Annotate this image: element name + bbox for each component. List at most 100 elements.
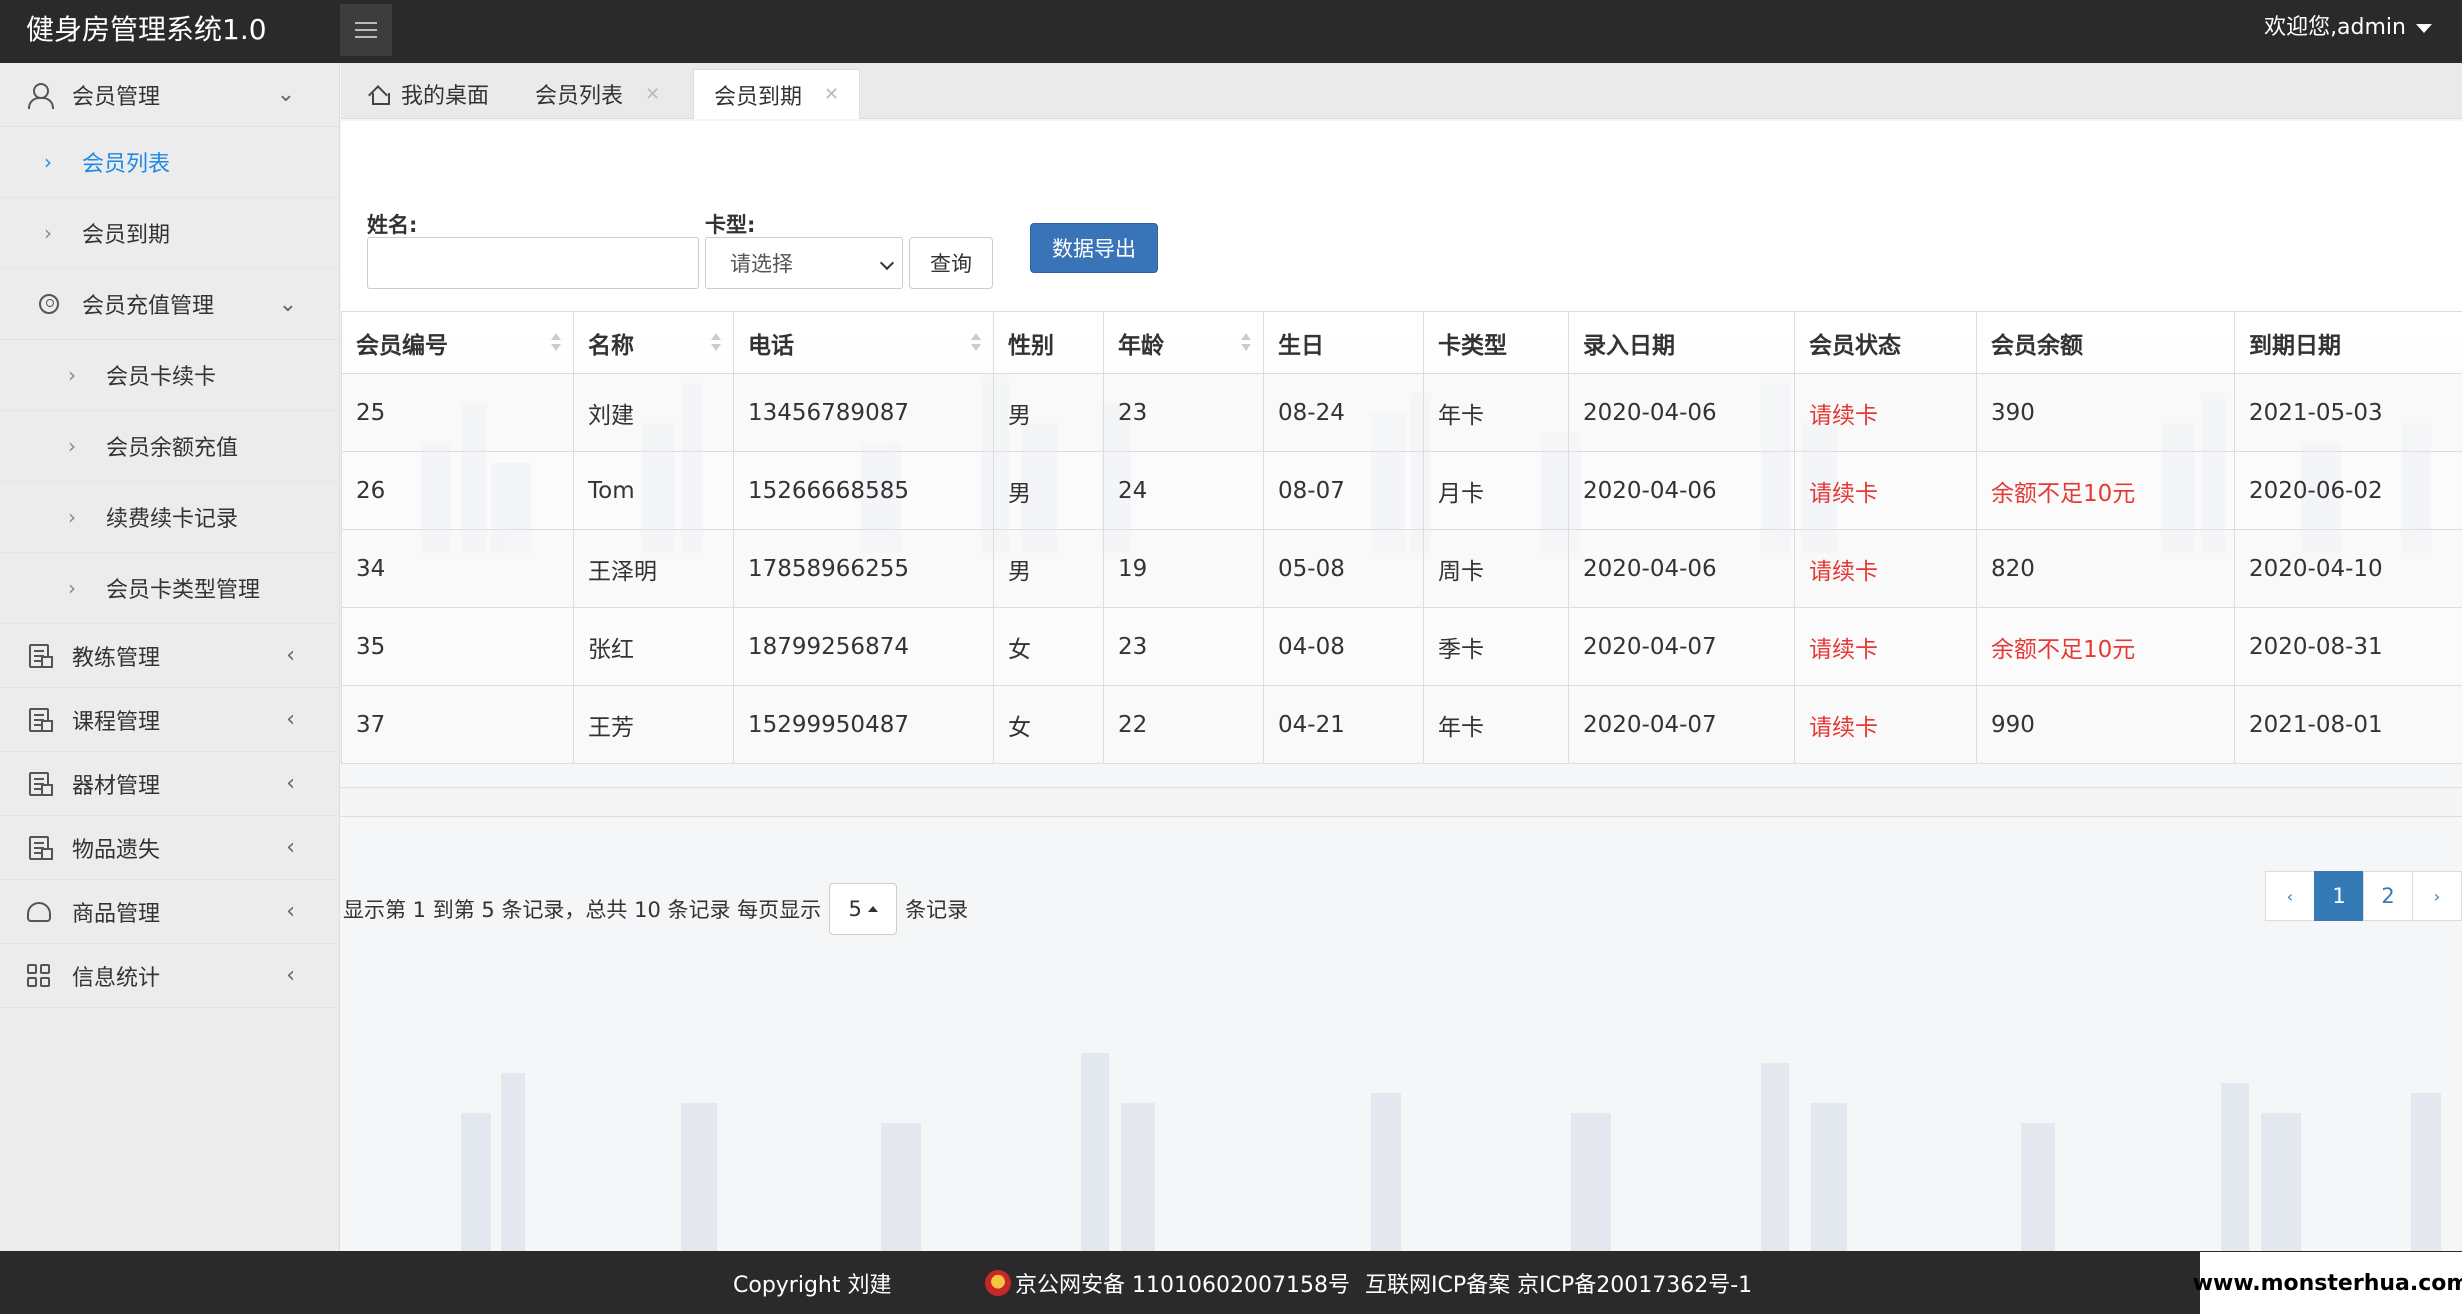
table-cell: 张红 <box>573 607 734 686</box>
table-cell: 男 <box>993 529 1104 608</box>
sidebar-item-member-expire[interactable]: › 会员到期 <box>0 198 339 269</box>
column-header[interactable]: 名称 <box>573 311 734 374</box>
sidebar-item-member-mgmt[interactable]: 会员管理 ⌄ <box>0 63 339 127</box>
table-row: 34 王泽明 17858966255 男 19 05-08 周卡 2020-04-06 请续卡 8… <box>341 529 2462 608</box>
welcome-text: 欢迎您,admin <box>2264 15 2406 40</box>
table-cell: 990 <box>1976 685 2235 764</box>
table-cell: 04-21 <box>1263 685 1424 764</box>
sidebar-item-card-type-mgmt[interactable]: › 会员卡类型管理 <box>0 553 339 624</box>
sidebar-item-coach-mgmt[interactable]: 教练管理 ‹ <box>0 624 339 688</box>
table-cell: 13456789087 <box>733 373 994 452</box>
column-header[interactable]: 会员余额 <box>1976 311 2235 374</box>
card-type-select[interactable]: 请选择 <box>705 237 903 289</box>
table-cell: 王泽明 <box>573 529 734 608</box>
page-button-2[interactable]: 2 <box>2363 871 2413 921</box>
table-cell: 2021-05-03 <box>2234 373 2462 452</box>
sidebar-item-label: 续费续卡记录 <box>106 507 239 532</box>
table-cell: 男 <box>993 373 1104 452</box>
column-header-label: 生日 <box>1278 332 1324 359</box>
table-cell: 08-07 <box>1263 451 1424 530</box>
tab-bar: 我的桌面 会员列表 ✕ 会员到期 ✕ <box>341 63 2462 119</box>
table-cell: 2020-06-02 <box>2234 451 2462 530</box>
table-cell: 26 <box>341 451 574 530</box>
table-row: 35 张红 18799256874 女 23 04-08 季卡 2020-04-07 请续卡 余额… <box>341 607 2462 686</box>
grid-icon <box>26 963 52 989</box>
close-icon[interactable]: ✕ <box>645 84 660 105</box>
sort-icon <box>711 333 721 353</box>
chevron-left-icon: ‹ <box>286 835 295 860</box>
column-header-label: 卡类型 <box>1438 332 1507 359</box>
sidebar-item-card-renew[interactable]: › 会员卡续卡 <box>0 340 339 411</box>
member-table: 会员编号 名称 电话 性别 年龄 生日 卡类型 录入日期 会员状态 会员余额 到期日期 25 刘建 13… <box>341 311 2462 764</box>
column-header[interactable]: 卡类型 <box>1423 311 1569 374</box>
column-header[interactable]: 年龄 <box>1103 311 1264 374</box>
sidebar-item-balance-recharge[interactable]: › 会员余额充值 <box>0 411 339 482</box>
table-row: 37 王芳 15299950487 女 22 04-21 年卡 2020-04-07 请续卡 99… <box>341 685 2462 764</box>
menu-toggle-button[interactable] <box>340 4 392 56</box>
column-header[interactable]: 会员编号 <box>341 311 574 374</box>
sidebar-item-lost-items[interactable]: 物品遗失 ‹ <box>0 816 339 880</box>
police-record-link[interactable]: 京公网安备 11010602007158号 <box>985 1267 1350 1299</box>
column-header-label: 会员编号 <box>356 332 448 359</box>
table-cell: 19 <box>1103 529 1264 608</box>
chevron-down-icon: ⌄ <box>278 291 297 317</box>
sidebar-item-label: 会员管理 <box>72 84 161 110</box>
page-button-1[interactable]: 1 <box>2314 871 2364 921</box>
chevron-left-icon: ‹ <box>286 643 295 668</box>
page-size-value: 5 <box>848 897 862 921</box>
tab-member-expire[interactable]: 会员到期 ✕ <box>693 69 861 119</box>
sidebar-item-goods-mgmt[interactable]: 商品管理 ‹ <box>0 880 339 944</box>
prev-page-button[interactable]: ‹ <box>2265 871 2315 921</box>
sidebar-item-renew-records[interactable]: › 续费续卡记录 <box>0 482 339 553</box>
chevron-right-icon: › <box>44 150 52 174</box>
chevron-left-icon: ‹ <box>286 771 295 796</box>
export-button[interactable]: 数据导出 <box>1030 223 1158 273</box>
sidebar-item-label: 会员余额充值 <box>106 436 239 461</box>
column-header[interactable]: 生日 <box>1263 311 1424 374</box>
sidebar-item-label: 会员列表 <box>82 152 171 177</box>
sidebar-item-equipment-mgmt[interactable]: 器材管理 ‹ <box>0 752 339 816</box>
next-page-button[interactable]: › <box>2412 871 2462 921</box>
column-header[interactable]: 电话 <box>733 311 994 374</box>
document-icon <box>26 771 53 797</box>
user-icon <box>26 82 54 109</box>
card-type-label: 卡型: <box>705 213 756 237</box>
sidebar-item-recharge-mgmt[interactable]: 会员充值管理 ⌄ <box>0 269 339 340</box>
column-header[interactable]: 会员状态 <box>1794 311 1977 374</box>
page-size-select[interactable]: 5 <box>829 883 898 935</box>
home-icon <box>369 85 390 105</box>
close-icon[interactable]: ✕ <box>824 84 839 105</box>
column-header-label: 名称 <box>588 332 634 359</box>
chevron-right-icon: › <box>68 434 76 458</box>
sidebar-item-label: 会员充值管理 <box>82 294 215 319</box>
name-input[interactable] <box>367 237 699 289</box>
icp-record-link[interactable]: 互联网ICP备案 京ICP备20017362号-1 <box>1365 1267 1752 1299</box>
sidebar-item-stats[interactable]: 信息统计 ‹ <box>0 944 339 1008</box>
column-header[interactable]: 录入日期 <box>1568 311 1795 374</box>
sidebar-item-label: 商品管理 <box>72 901 161 927</box>
sidebar-item-course-mgmt[interactable]: 课程管理 ‹ <box>0 688 339 752</box>
document-icon <box>26 643 53 669</box>
column-header[interactable]: 到期日期 <box>2234 311 2462 374</box>
tab-home[interactable]: 我的桌面 <box>349 69 509 119</box>
sidebar-item-label: 信息统计 <box>72 965 161 991</box>
column-header[interactable]: 性别 <box>993 311 1104 374</box>
table-cell: 余额不足10元 <box>1976 607 2235 686</box>
list-menu-icon <box>355 22 377 38</box>
table-cell: 刘建 <box>573 373 734 452</box>
table-cell: 请续卡 <box>1794 529 1977 608</box>
document-icon <box>26 835 53 861</box>
column-header-label: 会员余额 <box>1991 332 2083 359</box>
table-cell: 08-24 <box>1263 373 1424 452</box>
pagination-info: 显示第 1 到第 5 条记录，总共 10 条记录 每页显示 5 条记录 <box>343 883 968 935</box>
sidebar-item-label: 会员卡续卡 <box>106 365 217 390</box>
pagination-info-prefix: 显示第 1 到第 5 条记录，总共 10 条记录 每页显示 <box>343 898 822 922</box>
table-cell: 37 <box>341 685 574 764</box>
user-menu[interactable]: 欢迎您,admin <box>2264 12 2432 44</box>
footer: Copyright 刘建 京公网安备 11010602007158号 互联网IC… <box>0 1251 2462 1314</box>
sidebar-item-member-list[interactable]: › 会员列表 <box>0 127 339 198</box>
column-header-label: 会员状态 <box>1809 332 1901 359</box>
query-button[interactable]: 查询 <box>909 237 993 289</box>
tab-member-list[interactable]: 会员列表 ✕ <box>515 69 680 119</box>
table-cell: 17858966255 <box>733 529 994 608</box>
